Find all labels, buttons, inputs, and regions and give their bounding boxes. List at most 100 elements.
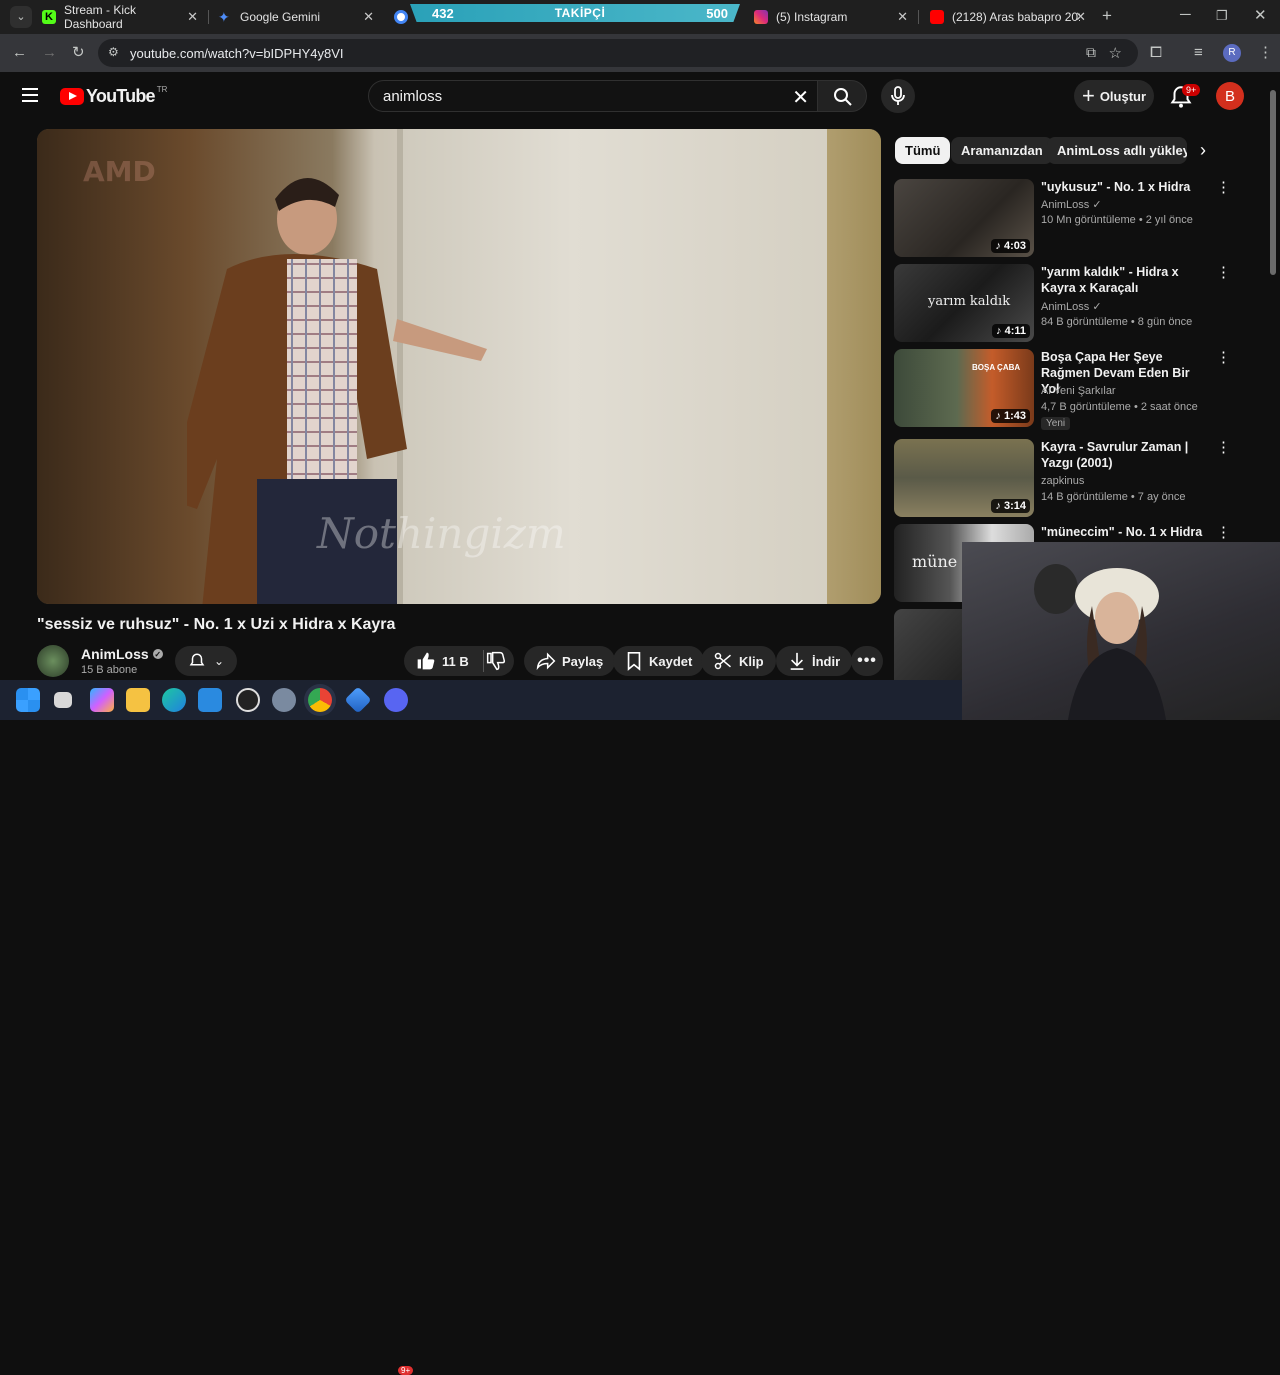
channel-name[interactable]: Al Yeni Şarkılar bbox=[1041, 385, 1116, 397]
video-stats: 14 B görüntüleme • 7 ay önce bbox=[1041, 491, 1186, 503]
video-title[interactable]: "yarım kaldık" - Hidra x Kayra x Karaçal… bbox=[1041, 264, 1206, 296]
verified-check-icon: ✓ bbox=[1092, 301, 1102, 313]
video-title[interactable]: "uykusuz" - No. 1 x Hidra bbox=[1041, 179, 1206, 195]
reload-icon[interactable]: ↻ bbox=[72, 44, 85, 62]
verified-check-icon: ✓ bbox=[1092, 199, 1102, 211]
video-thumbnail[interactable]: BOŞA ÇABA ♪ 1:43 bbox=[894, 349, 1034, 427]
create-button[interactable]: + Oluştur bbox=[1074, 80, 1154, 112]
channel-name[interactable]: AnimLoss ✓ bbox=[81, 646, 163, 662]
more-vertical-icon[interactable]: ⋮ bbox=[1216, 265, 1231, 280]
restore-icon[interactable]: ❐ bbox=[1216, 7, 1228, 25]
search-input[interactable]: animloss ✕ bbox=[368, 80, 818, 112]
chevron-right-icon[interactable]: › bbox=[1200, 140, 1206, 161]
youtube-play-icon bbox=[60, 88, 84, 105]
edge-icon[interactable] bbox=[162, 688, 186, 712]
channel-avatar[interactable] bbox=[37, 645, 69, 677]
copilot-icon[interactable] bbox=[90, 688, 114, 712]
browser-menu-icon[interactable]: ⋮ bbox=[1258, 44, 1273, 62]
voice-search-button[interactable] bbox=[881, 79, 915, 113]
video-stats: 10 Mn görüntüleme • 2 yıl önce bbox=[1041, 214, 1193, 226]
google-icon bbox=[394, 10, 408, 24]
address-bar[interactable]: ⚙ youtube.com/watch?v=bIDPHY4y8VI ⧉ ☆ bbox=[98, 39, 1138, 67]
video-thumbnail[interactable]: yarım kaldık ♪ 4:11 bbox=[894, 264, 1034, 342]
recommended-video[interactable]: ♪ 4:03 "uykusuz" - No. 1 x Hidra AnimLos… bbox=[894, 179, 1234, 257]
channel-name[interactable]: AnimLoss ✓ bbox=[1041, 300, 1102, 313]
channel-name[interactable]: AnimLoss ✓ bbox=[1041, 198, 1102, 211]
discord-badge: 9+ bbox=[398, 1366, 414, 1375]
chip-uploader[interactable]: AnimLoss adlı yükleyiciden bbox=[1047, 137, 1187, 164]
search-button[interactable] bbox=[817, 80, 867, 112]
clear-search-icon[interactable]: ✕ bbox=[792, 85, 809, 110]
close-icon[interactable]: ✕ bbox=[1075, 9, 1086, 25]
more-vertical-icon[interactable]: ⋮ bbox=[1216, 180, 1231, 195]
tab-google-gemini[interactable]: ✦ Google Gemini ✕ bbox=[210, 4, 382, 30]
discord-icon[interactable] bbox=[384, 688, 408, 712]
thumbnail-text: müne bbox=[912, 552, 958, 571]
video-thumbnail[interactable]: ♪ 3:14 bbox=[894, 439, 1034, 517]
close-icon[interactable]: ✕ bbox=[897, 9, 908, 25]
duration-badge: ♪ 3:14 bbox=[991, 499, 1030, 513]
recommended-thumbnail-partial[interactable] bbox=[894, 609, 964, 680]
menu-icon[interactable] bbox=[22, 88, 38, 102]
back-icon[interactable]: ← bbox=[12, 44, 27, 62]
chevron-down-icon: ⌄ bbox=[213, 654, 225, 668]
close-icon[interactable]: ✕ bbox=[363, 9, 374, 25]
reading-list-icon[interactable]: ≡ bbox=[1194, 44, 1203, 62]
watermark-amd: AMD bbox=[83, 155, 156, 188]
share-button[interactable]: Paylaş bbox=[524, 646, 616, 676]
more-vertical-icon[interactable]: ⋮ bbox=[1216, 525, 1231, 540]
bookmark-star-icon[interactable]: ☆ bbox=[1109, 44, 1122, 62]
share-icon bbox=[536, 652, 556, 671]
download-button[interactable]: İndir bbox=[776, 646, 853, 676]
new-badge: Yeni bbox=[1041, 417, 1071, 430]
new-tab-icon[interactable]: + bbox=[1102, 7, 1112, 25]
page-scrollbar[interactable] bbox=[1270, 90, 1276, 275]
obs-icon[interactable] bbox=[236, 688, 260, 712]
windows-taskbar: 9+ bbox=[0, 680, 962, 1375]
minimize-icon[interactable]: ─ bbox=[1180, 6, 1191, 24]
dislike-button[interactable] bbox=[478, 646, 516, 676]
more-vertical-icon[interactable]: ⋮ bbox=[1216, 350, 1231, 365]
chrome-icon[interactable] bbox=[308, 688, 332, 712]
chip-related[interactable]: Aramanızdan bbox=[951, 137, 1053, 164]
save-button[interactable]: Kaydet bbox=[613, 646, 705, 676]
download-icon bbox=[790, 652, 804, 670]
chip-all[interactable]: Tümü bbox=[895, 137, 951, 164]
clip-button[interactable]: Klip bbox=[701, 646, 776, 676]
more-actions-button[interactable]: ••• bbox=[851, 646, 883, 676]
tab-search-chevron-icon[interactable]: ⌄ bbox=[10, 6, 32, 28]
youtube-logo[interactable]: YouTube TR bbox=[60, 85, 167, 107]
streamer-image bbox=[1068, 568, 1166, 720]
window-close-icon[interactable]: ✕ bbox=[1254, 7, 1267, 25]
recommended-video[interactable]: yarım kaldık ♪ 4:11 "yarım kaldık" - Hid… bbox=[894, 264, 1234, 342]
site-info-icon[interactable]: ⚙ bbox=[108, 45, 119, 59]
tab-youtube-aras[interactable]: (2128) Aras babapro 2016 ✕ bbox=[922, 4, 1094, 30]
follower-label: TAKİPÇİ bbox=[554, 6, 606, 20]
more-vertical-icon[interactable]: ⋮ bbox=[1216, 440, 1231, 455]
windows-start-icon[interactable] bbox=[16, 688, 40, 712]
video-stats: 84 B görüntüleme • 8 gün önce bbox=[1041, 316, 1193, 328]
tab-instagram[interactable]: (5) Instagram ✕ bbox=[746, 4, 916, 30]
video-player[interactable]: AMD Nothingizm bbox=[37, 129, 881, 604]
recommended-video[interactable]: BOŞA ÇABA ♪ 1:43 Boşa Çapa Her Şeye Rağm… bbox=[894, 349, 1234, 430]
forward-icon[interactable]: → bbox=[42, 44, 57, 62]
save-label: Kaydet bbox=[649, 653, 693, 669]
profile-avatar[interactable]: R bbox=[1223, 44, 1241, 62]
close-icon[interactable]: ✕ bbox=[187, 9, 198, 25]
video-title[interactable]: Kayra - Savrulur Zaman | Yazgı (2001) bbox=[1041, 439, 1206, 471]
store-icon[interactable] bbox=[198, 688, 222, 712]
app-icon[interactable] bbox=[344, 686, 372, 714]
video-thumbnail[interactable]: ♪ 4:03 bbox=[894, 179, 1034, 257]
file-explorer-icon[interactable] bbox=[126, 688, 150, 712]
install-app-icon[interactable]: ⧉ bbox=[1086, 44, 1096, 61]
settings-icon[interactable] bbox=[272, 688, 296, 712]
notification-badge: 9+ bbox=[1182, 84, 1201, 96]
tab-divider bbox=[918, 10, 919, 24]
task-view-icon[interactable] bbox=[54, 692, 72, 708]
extensions-icon[interactable]: ⧠ bbox=[1150, 44, 1162, 62]
channel-name[interactable]: zapkinus bbox=[1041, 475, 1084, 487]
subscribed-notifications-button[interactable]: ⌄ bbox=[175, 646, 237, 676]
tab-kick-dashboard[interactable]: K Stream - Kick Dashboard ✕ bbox=[34, 3, 206, 31]
account-avatar[interactable]: B bbox=[1216, 82, 1244, 110]
recommended-video[interactable]: ♪ 3:14 Kayra - Savrulur Zaman | Yazgı (2… bbox=[894, 439, 1234, 517]
